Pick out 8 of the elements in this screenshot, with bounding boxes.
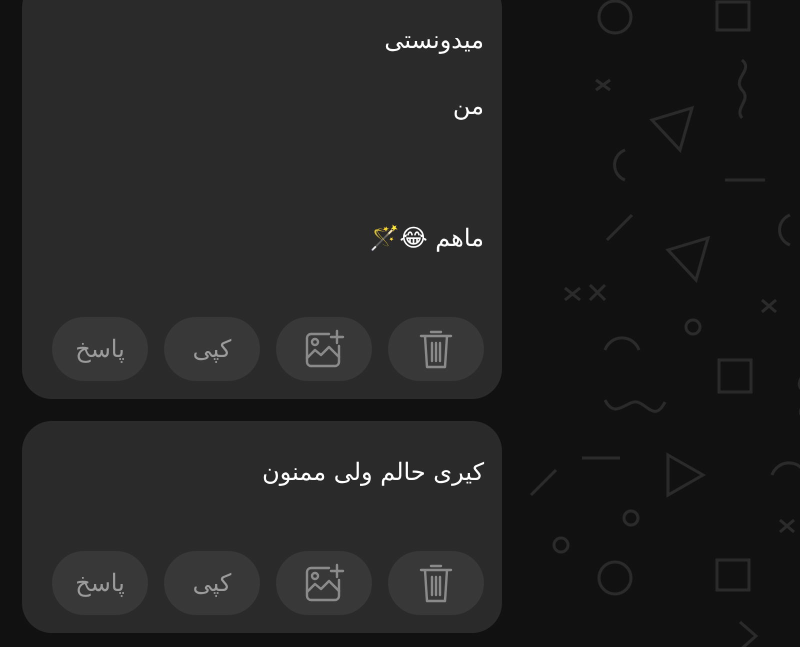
copy-button[interactable]: کپی bbox=[164, 317, 260, 381]
reply-button[interactable]: پاسخ bbox=[52, 317, 148, 381]
message-text: کیری حالم ولی ممنون bbox=[261, 457, 484, 488]
copy-button[interactable]: کپی bbox=[164, 551, 260, 615]
image-add-icon bbox=[303, 562, 345, 604]
image-add-icon bbox=[303, 328, 345, 370]
message-text: میدونستی من ماهم 😂🪄 bbox=[368, 25, 484, 254]
reply-button[interactable]: پاسخ bbox=[52, 551, 148, 615]
